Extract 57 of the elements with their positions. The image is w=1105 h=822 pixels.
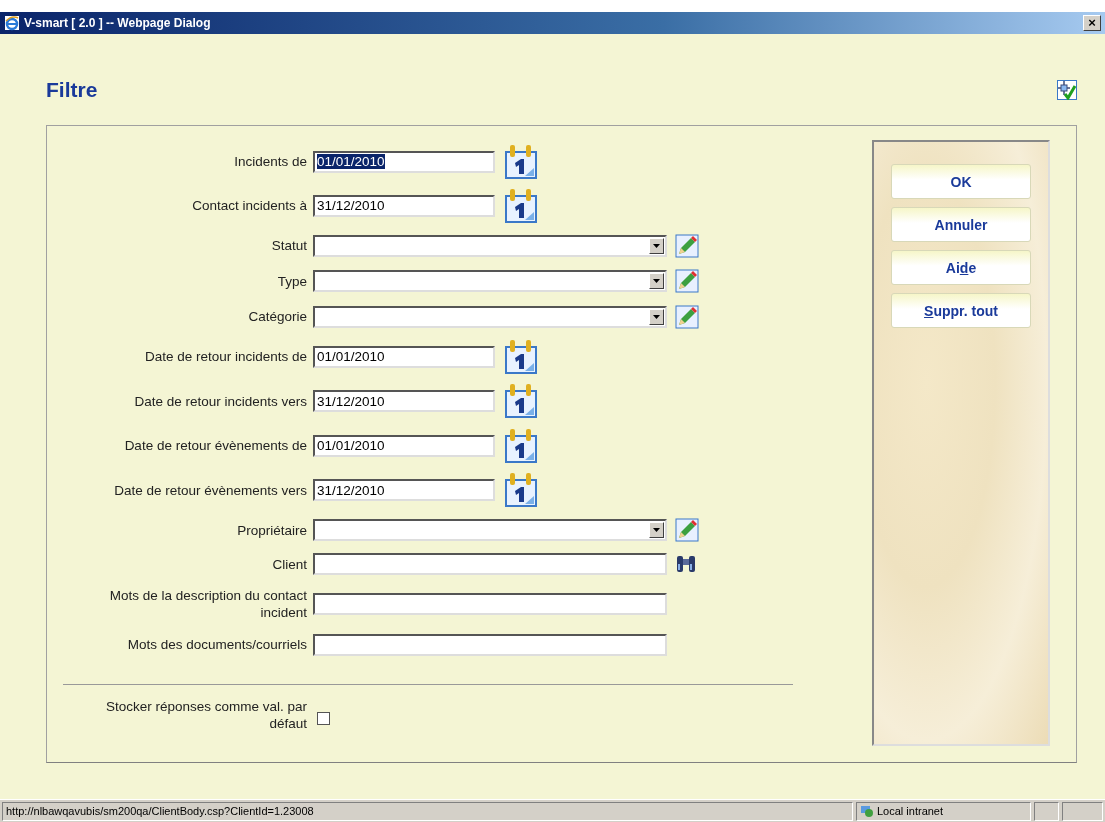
status-pane: [1034, 801, 1059, 821]
field-label: Date de retour incidents de: [143, 348, 308, 366]
calendar-icon[interactable]: [503, 338, 539, 375]
dropdown[interactable]: [313, 234, 667, 257]
action-button[interactable]: Suppr. tout: [891, 293, 1031, 328]
action-button[interactable]: OK: [891, 164, 1031, 199]
action-button[interactable]: Annuler: [891, 207, 1031, 242]
action-button[interactable]: Aide: [891, 250, 1031, 285]
page-title: Filtre: [46, 78, 98, 102]
field-label: Mots des documents/courriels: [126, 636, 308, 654]
calendar-icon[interactable]: [503, 143, 539, 180]
text-field[interactable]: [313, 634, 667, 656]
date-field[interactable]: 01/01/2010: [313, 150, 495, 173]
text-field[interactable]: [313, 553, 667, 576]
field-label: Date de retour évènements vers: [113, 481, 308, 499]
status-zone: Local intranet: [856, 801, 1031, 821]
close-button[interactable]: ×: [1083, 15, 1101, 31]
field-label: Client: [271, 555, 308, 573]
pencil-icon[interactable]: [675, 518, 699, 543]
field-label: Date de retour incidents vers: [133, 392, 308, 410]
pencil-icon[interactable]: [675, 304, 699, 329]
dropdown-arrow-icon: [653, 314, 660, 319]
calendar-icon[interactable]: [503, 187, 539, 224]
dropdown[interactable]: [313, 305, 667, 328]
text-field[interactable]: [313, 593, 667, 616]
browser-icon: [4, 15, 20, 31]
field-label: Propriétaire: [236, 521, 308, 539]
pencil-icon[interactable]: [675, 233, 699, 258]
dropdown[interactable]: [313, 519, 667, 542]
date-field[interactable]: 31/12/2010: [313, 479, 495, 502]
field-label: Contact incidents à: [191, 197, 308, 215]
checkbox[interactable]: [317, 711, 330, 725]
pencil-icon[interactable]: [675, 269, 699, 294]
field-label: Mots de la description du contact incident: [108, 587, 308, 622]
layout-check-icon[interactable]: [1057, 80, 1077, 100]
window-title: V-smart [ 2.0 ] -- Webpage Dialog: [24, 16, 212, 30]
dropdown[interactable]: [313, 270, 667, 293]
dropdown-arrow-icon: [653, 243, 660, 248]
checkbox-label: Stocker réponses comme val. par défaut: [104, 698, 308, 733]
field-label: Statut: [270, 237, 308, 255]
binoculars-icon[interactable]: [675, 554, 697, 575]
dropdown-arrow-icon: [653, 528, 660, 533]
date-field[interactable]: 01/01/2010: [313, 434, 495, 457]
date-field[interactable]: 31/12/2010: [313, 390, 495, 413]
dropdown-arrow-icon: [653, 279, 660, 284]
calendar-icon[interactable]: [503, 472, 539, 509]
field-label: Date de retour évènements de: [123, 437, 308, 455]
calendar-icon[interactable]: [503, 383, 539, 420]
status-pane: [1062, 801, 1103, 821]
date-field[interactable]: 01/01/2010: [313, 345, 495, 368]
status-url: http://nlbawqavubis/sm200qa/ClientBody.csp?ClientId=1.23008: [2, 801, 853, 821]
field-label: Incidents de: [233, 153, 308, 171]
network-icon: [860, 804, 874, 818]
field-label: Catégorie: [247, 308, 308, 326]
date-field[interactable]: 31/12/2010: [313, 194, 495, 217]
calendar-icon[interactable]: [503, 427, 539, 464]
field-label: Type: [276, 272, 308, 290]
